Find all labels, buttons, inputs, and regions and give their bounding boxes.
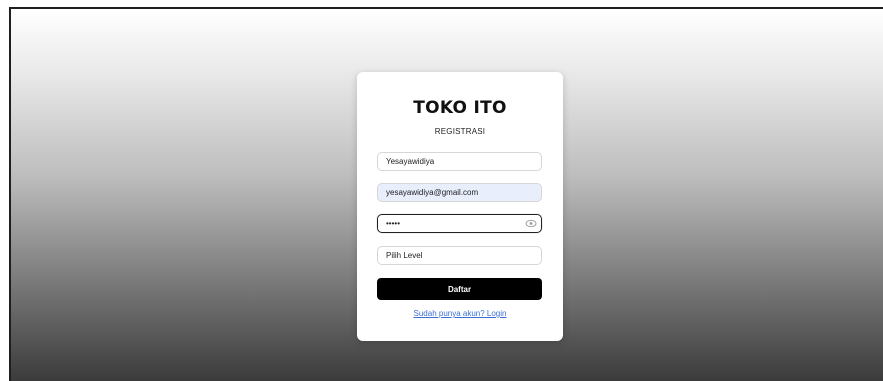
- brand-title: TOKO ITO: [413, 98, 507, 118]
- page-background: TOKO ITO REGISTRASI Pilih Level Daftar S…: [9, 7, 883, 381]
- level-select-placeholder: Pilih Level: [386, 251, 423, 260]
- password-field[interactable]: [377, 214, 542, 233]
- level-select[interactable]: Pilih Level: [377, 246, 542, 265]
- eye-icon[interactable]: [525, 218, 537, 229]
- daftar-button[interactable]: Daftar: [377, 278, 542, 300]
- register-card: TOKO ITO REGISTRASI Pilih Level Daftar S…: [357, 72, 563, 341]
- email-field[interactable]: [377, 183, 542, 202]
- password-field-wrapper: [377, 214, 542, 233]
- form-title: REGISTRASI: [434, 127, 486, 136]
- username-field[interactable]: [377, 152, 542, 171]
- login-link[interactable]: Sudah punya akun? Login: [357, 309, 563, 318]
